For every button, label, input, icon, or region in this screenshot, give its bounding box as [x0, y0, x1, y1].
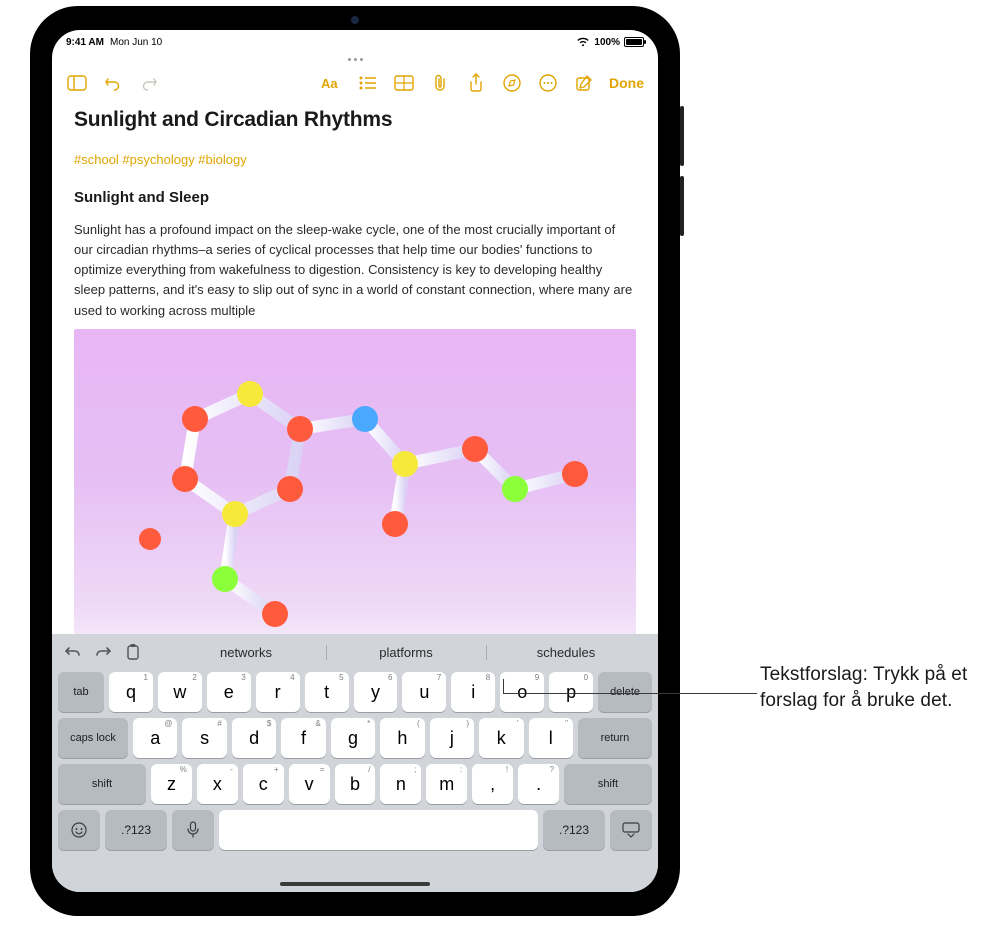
key-r[interactable]: 4r: [256, 672, 300, 712]
attach-icon[interactable]: [429, 72, 451, 94]
keyboard-row-4: .?123 .?123: [56, 810, 654, 850]
key-i[interactable]: 8i: [451, 672, 495, 712]
keyboard-row-2: caps lock @a#s$d&f*g(h)j'k"lreturn: [56, 718, 654, 758]
markup-icon[interactable]: [501, 72, 523, 94]
volume-down-button: [680, 176, 684, 236]
ipad-device: 9:41 AM Mon Jun 10 100%: [30, 6, 680, 916]
key-z[interactable]: %z: [151, 764, 192, 804]
callout-leader-line: [503, 693, 757, 694]
globe-key[interactable]: [58, 810, 100, 850]
shift-key-left[interactable]: shift: [58, 764, 146, 804]
format-icon[interactable]: Aa: [321, 72, 343, 94]
screen: 9:41 AM Mon Jun 10 100%: [52, 30, 658, 892]
svg-text:Aa: Aa: [321, 76, 338, 91]
kb-redo-icon[interactable]: [92, 641, 114, 663]
note-image-molecule[interactable]: [74, 329, 636, 634]
key-j[interactable]: )j: [430, 718, 474, 758]
key-l[interactable]: "l: [529, 718, 573, 758]
multitask-indicator[interactable]: [52, 52, 658, 66]
suggestion-bar: networks platforms schedules: [152, 641, 646, 664]
key-w[interactable]: 2w: [158, 672, 202, 712]
share-icon[interactable]: [465, 72, 487, 94]
mic-key[interactable]: [172, 810, 214, 850]
kb-undo-icon[interactable]: [62, 641, 84, 663]
key-a[interactable]: @a: [133, 718, 177, 758]
key-.[interactable]: ?.: [518, 764, 559, 804]
callout-text: Tekstforslag: Trykk på et forslag for å …: [760, 662, 980, 713]
home-indicator[interactable]: [280, 882, 430, 886]
status-bar: 9:41 AM Mon Jun 10 100%: [52, 30, 658, 52]
battery-percent: 100%: [594, 37, 620, 48]
undo-icon[interactable]: [102, 72, 124, 94]
key-f[interactable]: &f: [281, 718, 325, 758]
key-d[interactable]: $d: [232, 718, 276, 758]
key-p[interactable]: 0p: [549, 672, 593, 712]
key-n[interactable]: ;n: [380, 764, 421, 804]
kb-clipboard-icon[interactable]: [122, 641, 144, 663]
battery-icon: [624, 37, 644, 47]
suggestion-item[interactable]: platforms: [326, 641, 486, 664]
note-title[interactable]: Sunlight and Circadian Rhythms: [74, 108, 636, 132]
keyboard-row-1: tab 1q2w3e4r5t6y7u8i9o0pdelete: [56, 672, 654, 712]
sidebar-icon[interactable]: [66, 72, 88, 94]
done-button[interactable]: Done: [609, 75, 644, 91]
key-k[interactable]: 'k: [479, 718, 523, 758]
space-key[interactable]: [219, 810, 538, 850]
tab-key[interactable]: tab: [58, 672, 104, 712]
key-,[interactable]: !,: [472, 764, 513, 804]
caps-lock-key[interactable]: caps lock: [58, 718, 128, 758]
key-o[interactable]: 9o: [500, 672, 544, 712]
key-h[interactable]: (h: [380, 718, 424, 758]
table-icon[interactable]: [393, 72, 415, 94]
keyboard-row-3: shift %z-x+c=v/b;n:m!,?.shift: [56, 764, 654, 804]
key-b[interactable]: /b: [335, 764, 376, 804]
key-v[interactable]: =v: [289, 764, 330, 804]
return-key[interactable]: return: [578, 718, 652, 758]
key-y[interactable]: 6y: [354, 672, 398, 712]
key-q[interactable]: 1q: [109, 672, 153, 712]
key-u[interactable]: 7u: [402, 672, 446, 712]
num-switch-key-right[interactable]: .?123: [543, 810, 605, 850]
front-camera: [351, 16, 359, 24]
status-date: Mon Jun 10: [110, 37, 162, 48]
list-icon[interactable]: [357, 72, 379, 94]
status-time: 9:41 AM: [66, 37, 104, 48]
compose-icon[interactable]: [573, 72, 595, 94]
note-tags[interactable]: #school #psychology #biology: [74, 152, 636, 167]
note-paragraph[interactable]: Sunlight has a profound impact on the sl…: [74, 220, 636, 321]
key-m[interactable]: :m: [426, 764, 467, 804]
delete-key[interactable]: delete: [598, 672, 652, 712]
key-g[interactable]: *g: [331, 718, 375, 758]
note-content[interactable]: Sunlight and Circadian Rhythms #school #…: [52, 100, 658, 634]
keyboard-toolbar: networks platforms schedules: [56, 638, 654, 666]
key-t[interactable]: 5t: [305, 672, 349, 712]
keyboard: networks platforms schedules tab 1q2w3e4…: [52, 634, 658, 892]
suggestion-item[interactable]: networks: [166, 641, 326, 664]
key-c[interactable]: +c: [243, 764, 284, 804]
suggestion-item[interactable]: schedules: [486, 641, 646, 664]
volume-up-button: [680, 106, 684, 166]
wifi-icon: [576, 37, 590, 47]
key-e[interactable]: 3e: [207, 672, 251, 712]
key-x[interactable]: -x: [197, 764, 238, 804]
redo-icon: [138, 72, 160, 94]
shift-key-right[interactable]: shift: [564, 764, 652, 804]
num-switch-key-left[interactable]: .?123: [105, 810, 167, 850]
key-s[interactable]: #s: [182, 718, 226, 758]
note-heading[interactable]: Sunlight and Sleep: [74, 189, 636, 206]
dismiss-keyboard-key[interactable]: [610, 810, 652, 850]
toolbar: Aa: [52, 66, 658, 100]
more-icon[interactable]: [537, 72, 559, 94]
